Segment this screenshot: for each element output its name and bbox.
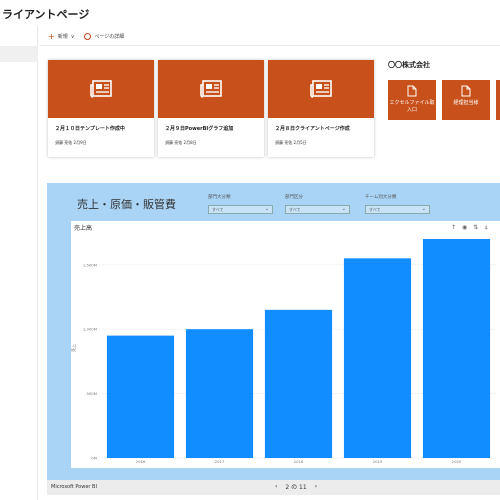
bar: [185, 329, 254, 458]
y-tick-label: 0M: [91, 456, 97, 461]
gear-icon: [84, 33, 92, 40]
document-icon: [407, 85, 417, 97]
powerbi-embed: 売上・原価・販管費 部門大分類 すべて ⌄ 部門区分 すべて ⌄ チーム別大分類 す…: [47, 183, 500, 480]
x-tick-label: 2020: [452, 459, 462, 464]
news-card[interactable]: ２月１０日テンプレート作成中 須藤 亮佑 2月9日: [48, 60, 154, 157]
quick-link-label: 経理担当様: [453, 100, 479, 106]
chevron-down-icon: ⌄: [421, 206, 426, 212]
quick-link-excel[interactable]: エクセルファイル取入口: [388, 80, 436, 120]
news-title: ２月８日クライアントページ作成: [275, 126, 350, 132]
x-tick-label: 2018: [294, 459, 304, 464]
newspaper-icon: [310, 80, 332, 98]
x-tick-label: 2016: [136, 459, 146, 464]
sort-arrow-icon[interactable]: ↑: [451, 224, 456, 232]
newspaper-icon: [90, 80, 112, 98]
slicer-value: すべて: [212, 207, 224, 212]
report-title: 売上・原価・販管費: [77, 198, 176, 211]
drill-down-icon[interactable]: ◉: [462, 224, 467, 232]
x-tick-label: 2017: [215, 459, 225, 464]
news-meta: 須藤 亮佑 2月9日: [55, 140, 87, 145]
slicer-department-category[interactable]: 部門大分類 すべて ⌄: [208, 194, 273, 214]
quick-link-label: エクセルファイル取入口: [389, 100, 435, 113]
chart-panel: 売上高 ↑ ◉ ⇅ ⍋ 0M 500M 1,000M 1,500M 売上 2016 2017…: [70, 221, 500, 468]
chevron-left-icon[interactable]: ‹: [275, 483, 277, 490]
y-tick-label: 500M: [86, 391, 97, 396]
y-axis-label: 売上: [71, 344, 76, 352]
left-nav-selected-item[interactable]: [0, 46, 38, 62]
quick-link-partial[interactable]: [496, 80, 500, 120]
new-button[interactable]: + 新規 ∨: [48, 31, 75, 41]
powerbi-brand: Microsoft Power BI: [51, 484, 97, 490]
page-details-button[interactable]: ページの詳細: [84, 33, 124, 40]
powerbi-footer: Microsoft Power BI ‹ 2 の 11 ›: [47, 480, 500, 495]
bar-chart: 0M 500M 1,000M 1,500M 売上 2016 2017 2018 2019 2020: [70, 239, 496, 464]
news-card[interactable]: ２月９日PowerBIグラフ追加 須藤 亮佑 2月8日: [158, 60, 264, 157]
slicer-team-category[interactable]: チーム別大分類 すべて ⌄: [365, 194, 430, 214]
news-meta: 須藤 亮佑 2月5日: [275, 140, 307, 145]
news-image: [158, 60, 264, 118]
left-nav: [0, 26, 38, 500]
slicer-value: すべて: [289, 207, 301, 212]
chevron-down-icon: ∨: [70, 33, 75, 40]
slicer-label: 部門区分: [285, 195, 303, 200]
bar: [264, 309, 333, 458]
chart-toolbar: ↑ ◉ ⇅ ⍋: [451, 224, 488, 232]
news-title: ２月１０日テンプレート作成中: [55, 126, 125, 132]
slicer-department-division[interactable]: 部門区分 すべて ⌄: [285, 194, 350, 214]
newspaper-icon: [200, 80, 222, 98]
news-image: [48, 60, 154, 118]
chevron-down-icon: ⌄: [264, 206, 269, 212]
news-card[interactable]: ２月８日クライアントページ作成 須藤 亮佑 2月5日: [268, 60, 374, 157]
news-title: ２月９日PowerBIグラフ追加: [165, 126, 234, 132]
y-tick-label: 1,000M: [83, 327, 97, 332]
slicer-dropdown[interactable]: すべて ⌄: [208, 205, 273, 214]
slicer-label: 部門大分類: [208, 195, 231, 200]
x-tick-label: 2019: [373, 459, 383, 464]
news-image: [268, 60, 374, 118]
bar: [106, 335, 175, 458]
bar: [343, 258, 412, 458]
expand-all-icon[interactable]: ⍋: [484, 224, 488, 232]
page-indicator: 2 の 11: [285, 484, 307, 491]
expand-icon[interactable]: ⇅: [473, 224, 478, 232]
page-title: ライアントページ: [2, 8, 90, 21]
company-title: 〇〇株式会社: [388, 61, 430, 69]
command-bar: + 新規 ∨ ページの詳細: [40, 28, 500, 46]
quick-link-accounting[interactable]: 経理担当様: [442, 80, 490, 120]
y-tick-label: 1,500M: [83, 262, 97, 267]
slicer-value: すべて: [369, 207, 381, 212]
bar: [422, 239, 491, 458]
chart-title: 売上高: [74, 225, 93, 232]
slicer-dropdown[interactable]: すべて ⌄: [285, 205, 350, 214]
news-meta: 須藤 亮佑 2月8日: [165, 140, 197, 145]
chevron-right-icon[interactable]: ›: [315, 483, 317, 490]
plus-icon: +: [48, 31, 55, 41]
chevron-down-icon: ⌄: [341, 206, 346, 212]
document-icon: [461, 85, 471, 97]
page-navigator: ‹ 2 の 11 ›: [275, 482, 317, 491]
slicer-label: チーム別大分類: [365, 195, 397, 200]
page-details-label: ページの詳細: [94, 34, 125, 40]
slicer-dropdown[interactable]: すべて ⌄: [365, 205, 430, 214]
new-label: 新規: [57, 34, 68, 40]
